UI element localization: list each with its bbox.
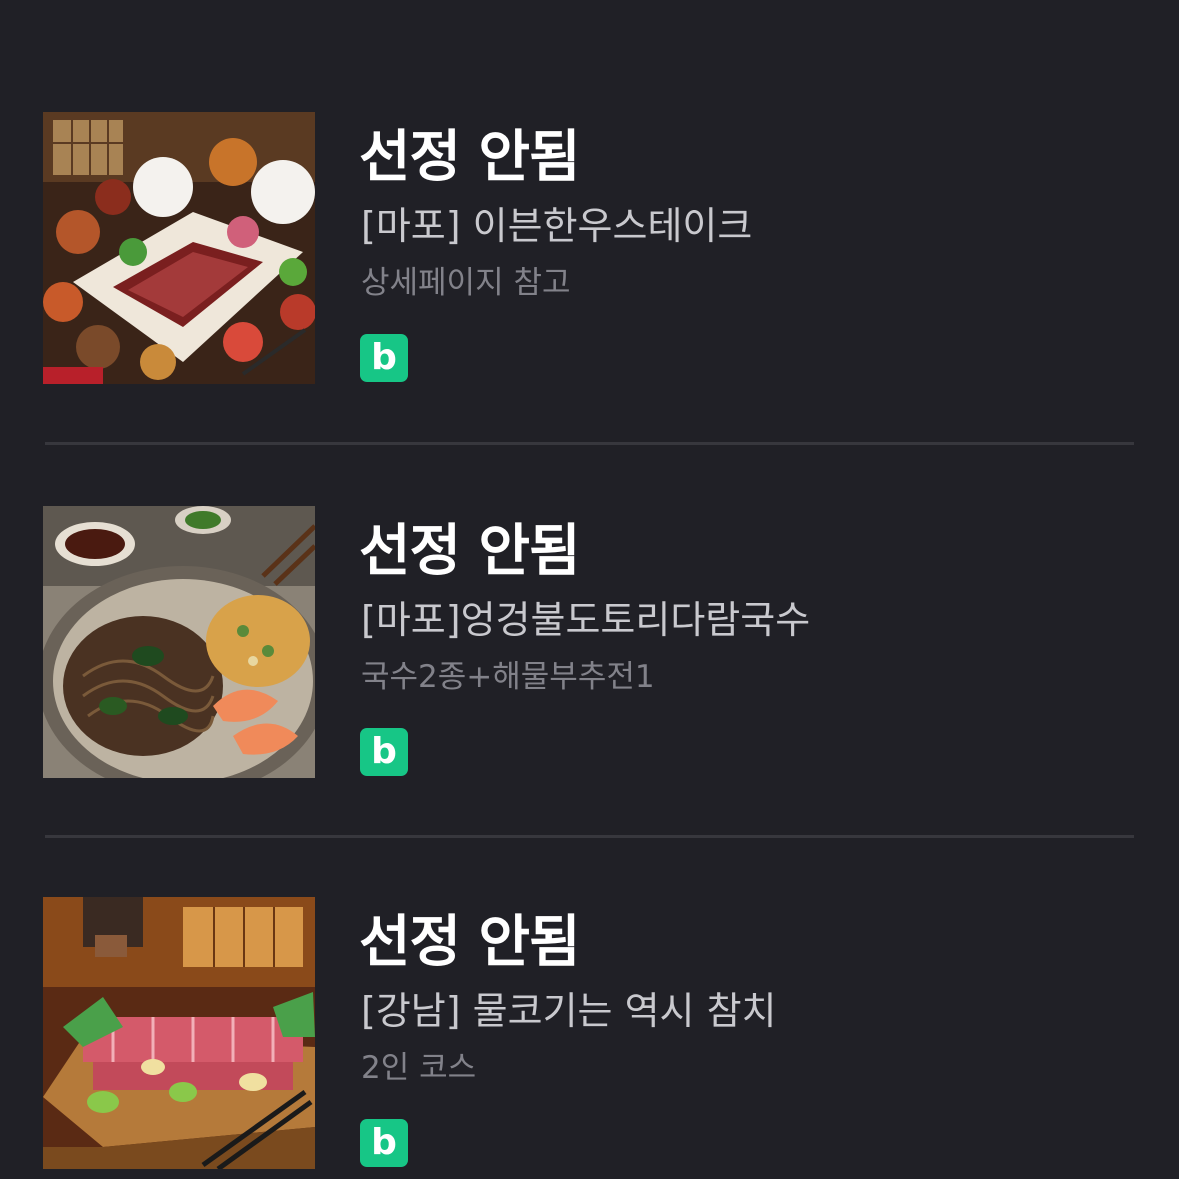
list-item[interactable]: 선정 안됨 [마포] 이븐한우스테이크 상세페이지 참고 b bbox=[43, 112, 1134, 384]
selection-status: 선정 안됨 bbox=[359, 910, 581, 975]
blog-badge-icon: b bbox=[360, 334, 408, 382]
deal-subtitle: 상세페이지 참고 bbox=[361, 265, 571, 301]
deal-title: [마포] 이븐한우스테이크 bbox=[361, 204, 753, 248]
list-item[interactable]: 선정 안됨 [강남] 물코기는 역시 참치 2인 코스 b bbox=[43, 897, 1134, 1169]
deal-list: 선정 안됨 [마포] 이븐한우스테이크 상세페이지 참고 b 선정 안됨 [마포… bbox=[0, 0, 1179, 1179]
food-thumbnail-image[interactable] bbox=[43, 506, 315, 778]
list-divider bbox=[45, 835, 1134, 838]
deal-title: [마포]엉겅불도토리다람국수 bbox=[361, 598, 811, 642]
list-item[interactable]: 선정 안됨 [마포]엉겅불도토리다람국수 국수2종+해물부추전1 b bbox=[43, 506, 1134, 778]
deal-subtitle: 국수2종+해물부추전1 bbox=[361, 659, 655, 695]
selection-status: 선정 안됨 bbox=[359, 519, 581, 584]
deal-subtitle: 2인 코스 bbox=[361, 1050, 477, 1086]
selection-status: 선정 안됨 bbox=[359, 125, 581, 190]
blog-badge-icon: b bbox=[360, 1119, 408, 1167]
blog-badge-icon: b bbox=[360, 728, 408, 776]
food-thumbnail-image[interactable] bbox=[43, 897, 315, 1169]
list-divider bbox=[45, 442, 1134, 445]
deal-title: [강남] 물코기는 역시 참치 bbox=[361, 989, 777, 1033]
food-thumbnail-image[interactable] bbox=[43, 112, 315, 384]
